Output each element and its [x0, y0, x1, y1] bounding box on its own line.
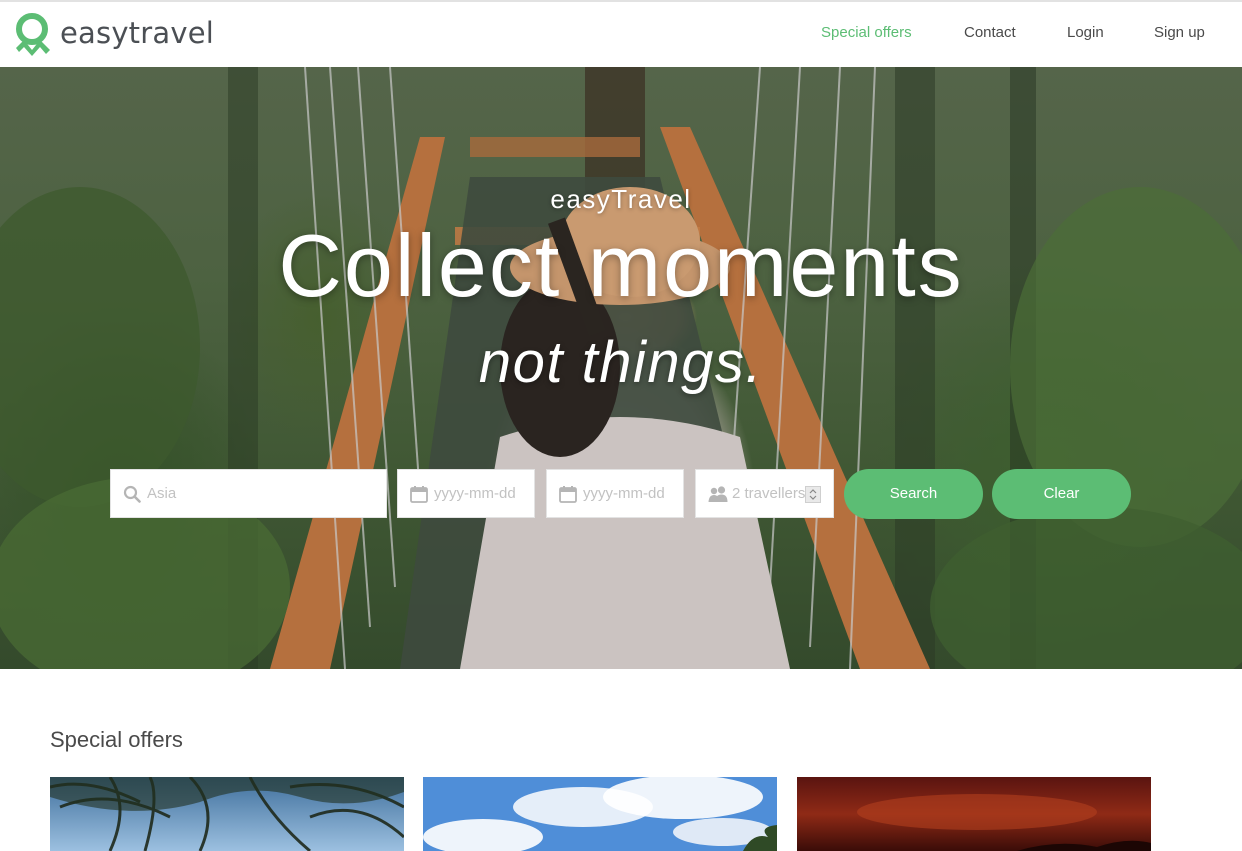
travellers-field[interactable]: [695, 469, 834, 518]
from-date-field[interactable]: [397, 469, 535, 518]
offer-card[interactable]: [423, 777, 777, 851]
destination-input[interactable]: [147, 470, 377, 517]
hero-title: Collect moments: [278, 216, 964, 315]
offer-image-sunset: [797, 777, 1151, 851]
destination-field[interactable]: [110, 469, 387, 518]
nav-login[interactable]: Login: [1067, 24, 1104, 41]
calendar-icon: [410, 486, 428, 503]
travellers-stepper[interactable]: [805, 486, 821, 503]
hero-subtitle: not things.: [478, 330, 764, 395]
calendar-icon: [559, 486, 577, 503]
travellers-input[interactable]: [732, 470, 806, 517]
site-logo[interactable]: easytravel: [12, 12, 214, 58]
offer-card[interactable]: [797, 777, 1151, 851]
nav-contact[interactable]: Contact: [964, 24, 1016, 41]
nav-special-offers[interactable]: Special offers: [821, 24, 912, 41]
search-button[interactable]: Search: [844, 469, 983, 519]
stepper-arrows-icon: [809, 489, 817, 500]
offer-image-palms: [50, 777, 404, 851]
site-header: easytravel Special offers Contact Login …: [0, 2, 1242, 68]
to-date-field[interactable]: [546, 469, 684, 518]
special-offers-heading: Special offers: [50, 727, 183, 752]
location-pin-ribbon-icon: [16, 13, 50, 56]
to-date-input[interactable]: [583, 470, 679, 517]
offer-card[interactable]: [50, 777, 404, 851]
nav-sign-up[interactable]: Sign up: [1154, 24, 1205, 41]
hero-section: easyTravel Collect moments not things. A…: [0, 67, 1242, 669]
clear-button[interactable]: Clear: [992, 469, 1131, 519]
search-icon: [123, 485, 141, 503]
hero-kicker: easyTravel: [550, 184, 692, 214]
logo-text: easytravel: [60, 16, 215, 50]
users-icon: [708, 486, 728, 502]
offer-image-sky: [423, 777, 777, 851]
from-date-input[interactable]: [434, 470, 530, 517]
